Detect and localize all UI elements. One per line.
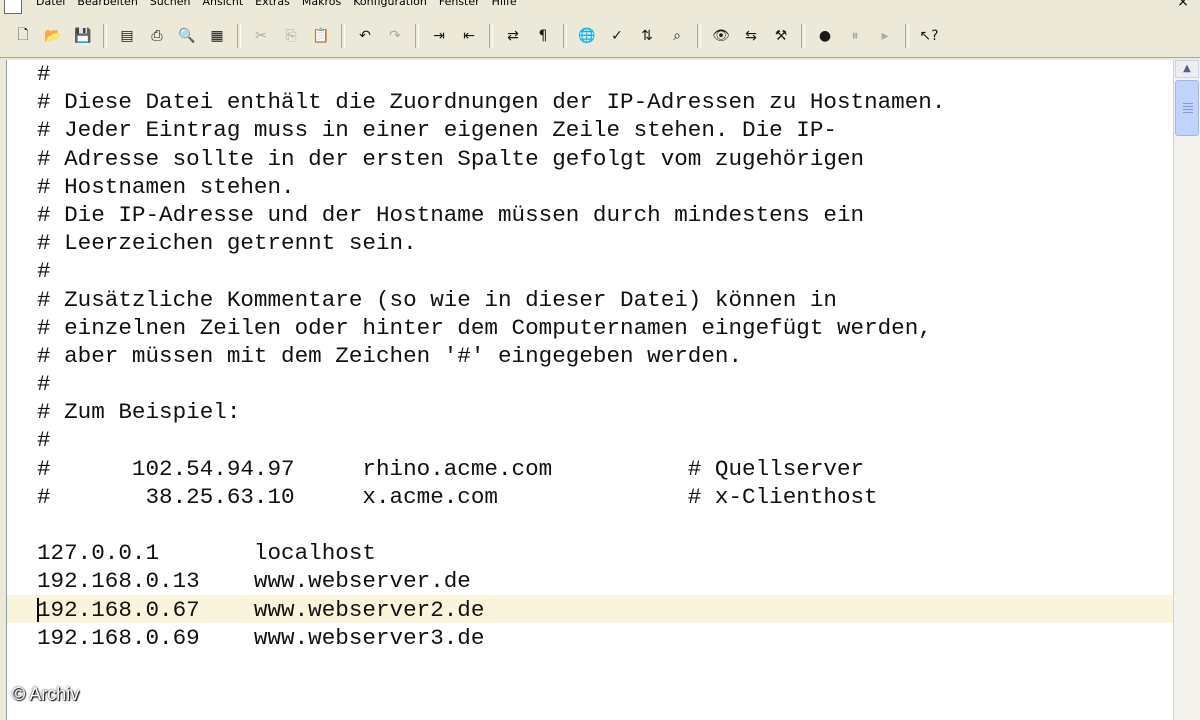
save-icon[interactable]: 💾 <box>70 21 96 51</box>
vertical-scrollbar[interactable]: ▲ <box>1173 60 1200 720</box>
properties-icon[interactable]: ▦ <box>204 21 230 51</box>
editor-line: # Die IP-Adresse und der Hostname müssen… <box>37 201 865 228</box>
menu-item-ansicht[interactable]: Ansicht <box>203 0 244 8</box>
close-icon[interactable]: × <box>1174 0 1192 10</box>
print-icon[interactable]: ⎙ <box>144 21 170 51</box>
menu-item-hilfe[interactable]: Hilfe <box>492 0 517 8</box>
cut-icon[interactable]: ✂ <box>248 21 274 51</box>
menu-item-konfiguration[interactable]: Konfiguration <box>353 0 427 8</box>
indent-icon[interactable]: ⇥ <box>426 21 452 51</box>
toolbar-separator <box>237 24 241 48</box>
editor-line: 192.168.0.67 www.webserver2.de <box>37 596 485 623</box>
editor-line: # aber müssen mit dem Zeichen '#' eingeg… <box>37 342 743 369</box>
menu-bar: Datei Bearbeiten Suchen Ansicht Extras Makros… <box>0 0 1200 16</box>
menu-items: Datei Bearbeiten Suchen Ansicht Extras Makros… <box>36 0 517 8</box>
app-icon <box>4 0 22 14</box>
replace-icon[interactable]: ⇆ <box>738 21 764 51</box>
help-icon[interactable]: ↖? <box>916 21 942 51</box>
copy-icon[interactable]: ⎘ <box>278 21 304 51</box>
print-preview-icon[interactable]: 🔍 <box>174 21 200 51</box>
word-wrap-icon[interactable]: ⇄ <box>500 21 526 51</box>
archive-watermark: © Archiv <box>12 684 80 704</box>
menu-item-datei[interactable]: Datei <box>36 0 65 8</box>
open-folder-icon[interactable]: 📂 <box>40 21 66 51</box>
editor-line: # <box>37 61 51 87</box>
toolbar-separator <box>415 24 419 48</box>
editor-line: 192.168.0.69 www.webserver3.de <box>37 624 485 651</box>
editor-line: # <box>37 371 51 398</box>
toolbar-separator <box>489 24 493 48</box>
editor-line: # Jeder Eintrag muss in einer eigenen Ze… <box>37 117 837 144</box>
editor-line: # 38.25.63.10 x.acme.com # x-Clienthost <box>37 483 878 510</box>
play-macro-icon[interactable]: ▸ <box>872 21 898 51</box>
undo-icon[interactable]: ↶ <box>352 21 378 51</box>
spellcheck-icon[interactable]: ✓ <box>604 21 630 51</box>
tools-icon[interactable]: ⚒ <box>768 21 794 51</box>
editor-line: 127.0.0.1 localhost <box>37 540 376 567</box>
toolbar-separator <box>563 24 567 48</box>
toolbar-separator <box>801 24 805 48</box>
scroll-thumb[interactable] <box>1175 80 1199 136</box>
pause-macro-icon[interactable]: ⏸ <box>842 21 868 51</box>
toolbar-separator <box>103 24 107 48</box>
redo-icon[interactable]: ↷ <box>382 21 408 51</box>
editor-line: # <box>37 258 51 285</box>
editor-line: # 102.54.94.97 rhino.acme.com # Quellser… <box>37 455 865 482</box>
record-macro-icon[interactable]: ● <box>812 21 838 51</box>
editor-line: # Diese Datei enthält die Zuordnungen de… <box>37 89 946 116</box>
menu-item-bearbeiten[interactable]: Bearbeiten <box>77 0 137 8</box>
editor-line: # Hostnamen stehen. <box>37 173 295 200</box>
toolbar-separator <box>697 24 701 48</box>
find-icon[interactable]: ⌕ <box>664 21 690 51</box>
view-icon[interactable]: 👁 <box>708 21 734 51</box>
editor-line: # einzelnen Zeilen oder hinter dem Compu… <box>37 314 932 341</box>
paste-icon[interactable]: 📋 <box>308 21 334 51</box>
editor-line: 192.168.0.13 www.webserver.de <box>37 568 471 595</box>
menu-item-fenster[interactable]: Fenster <box>439 0 480 8</box>
toolbar-separator <box>905 24 909 48</box>
new-file-icon[interactable]: 🗋 <box>10 21 36 51</box>
menu-item-extras[interactable]: Extras <box>255 0 290 8</box>
editor-lines: # # Diese Datei enthält die Zuordnungen d… <box>37 60 945 652</box>
menu-item-suchen[interactable]: Suchen <box>150 0 191 8</box>
toolbar-separator <box>341 24 345 48</box>
editor-line <box>37 511 945 539</box>
pilcrow-icon[interactable]: ¶ <box>530 21 556 51</box>
editor-line: # <box>37 427 51 454</box>
document-icon[interactable]: ▤ <box>114 21 140 51</box>
editor-line: # Leerzeichen getrennt sein. <box>37 230 417 257</box>
editor-line: # Zusätzliche Kommentare (so wie in dies… <box>37 286 837 313</box>
toolbar: 🗋 📂 💾 ▤ ⎙ 🔍 ▦ ✂ ⎘ 📋 ↶ ↷ ⇥ ⇤ ⇄ ¶ 🌐 ✓ ⇅ ⌕ 👁 ⇆ ⚒ ● ⏸ ▸ ↖? <box>0 16 1200 58</box>
menu-item-makros[interactable]: Makros <box>302 0 341 8</box>
editor-line: # Zum Beispiel: <box>37 399 241 426</box>
text-editor[interactable]: # # Diese Datei enthält die Zuordnungen d… <box>6 60 1173 720</box>
scroll-up-button[interactable]: ▲ <box>1175 60 1199 78</box>
outdent-icon[interactable]: ⇤ <box>456 21 482 51</box>
web-icon[interactable]: 🌐 <box>574 21 600 51</box>
sort-icon[interactable]: ⇅ <box>634 21 660 51</box>
editor-line: # Adresse sollte in der ersten Spalte ge… <box>37 145 865 172</box>
